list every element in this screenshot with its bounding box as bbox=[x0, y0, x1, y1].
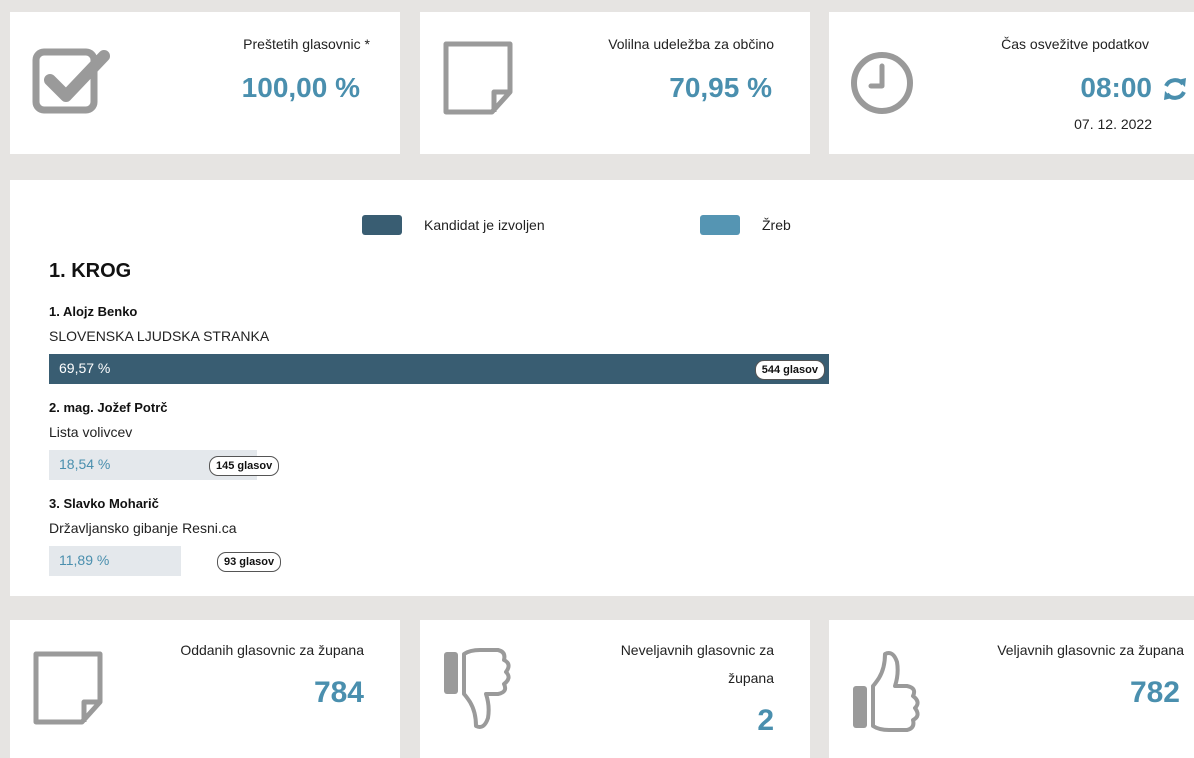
turnout-value: 70,95 % bbox=[669, 72, 772, 103]
refresh-time-card: Čas osvežitve podatkov 08:00 07. 12. 202… bbox=[829, 12, 1194, 154]
candidate-votes-badge: 544 glasov bbox=[754, 360, 825, 380]
candidate-votes-badge: 93 glasov bbox=[217, 552, 282, 572]
results-panel: Kandidat je izvoljen Žreb 1. KROG 1. Alo… bbox=[10, 180, 1194, 596]
candidate-bar: 69,57 % 544 glasov bbox=[49, 354, 829, 384]
document-icon bbox=[443, 41, 513, 115]
invalid-ballots-label-line1: Neveljavnih glasovnic za bbox=[620, 642, 774, 658]
cast-ballots-value: 784 bbox=[313, 676, 364, 709]
refresh-time: 08:00 bbox=[1080, 72, 1152, 103]
turnout-label: Volilna udeležba za občino bbox=[608, 36, 774, 52]
candidate-name: 2. mag. Jožef Potrč bbox=[49, 400, 168, 415]
invalid-ballots-card: Neveljavnih glasovnic za župana 2 bbox=[420, 620, 810, 758]
candidate-name: 3. Slavko Moharič bbox=[49, 496, 159, 511]
refresh-label: Čas osvežitve podatkov bbox=[1001, 36, 1149, 52]
counted-ballots-value: 100,00 % bbox=[241, 72, 360, 103]
clock-icon bbox=[851, 52, 913, 114]
refresh-icon[interactable] bbox=[1160, 76, 1190, 102]
candidate-percent: 11,89 % bbox=[59, 552, 110, 568]
invalid-ballots-label-line2: župana bbox=[728, 670, 774, 686]
legend-draw-swatch bbox=[700, 215, 740, 235]
round-title: 1. KROG bbox=[49, 260, 132, 282]
candidate-party: SLOVENSKA LJUDSKA STRANKA bbox=[49, 328, 270, 344]
legend-draw-label: Žreb bbox=[762, 217, 791, 233]
counted-ballots-card: Preštetih glasovnic * 100,00 % bbox=[10, 12, 400, 154]
counted-ballots-label: Preštetih glasovnic * bbox=[243, 36, 370, 52]
candidate-bar: 18,54 % 145 glasov bbox=[49, 450, 829, 480]
cast-ballots-label: Oddanih glasovnic za župana bbox=[180, 642, 364, 658]
candidate-votes-badge: 145 glasov bbox=[209, 456, 280, 476]
cast-ballots-card: Oddanih glasovnic za župana 784 bbox=[10, 620, 400, 758]
legend-elected-label: Kandidat je izvoljen bbox=[424, 217, 545, 233]
turnout-card: Volilna udeležba za občino 70,95 % bbox=[420, 12, 810, 154]
candidate-party: Državljansko gibanje Resni.ca bbox=[49, 520, 237, 536]
valid-ballots-value: 782 bbox=[1129, 676, 1180, 709]
valid-ballots-card: Veljavnih glasovnic za župana 782 bbox=[829, 620, 1194, 758]
candidate-bar-fill bbox=[49, 354, 829, 384]
candidate-percent: 18,54 % bbox=[59, 456, 111, 472]
valid-ballots-label: Veljavnih glasovnic za župana bbox=[997, 642, 1184, 658]
legend-elected-swatch bbox=[362, 215, 402, 235]
checkbox-icon bbox=[32, 48, 110, 114]
candidate-percent: 69,57 % bbox=[59, 360, 111, 376]
thumbs-up-icon bbox=[853, 651, 920, 732]
candidate-name: 1. Alojz Benko bbox=[49, 304, 138, 319]
candidate-party: Lista volivcev bbox=[49, 424, 133, 440]
invalid-ballots-value: 2 bbox=[757, 704, 774, 737]
candidate-bar: 11,89 % 93 glasov bbox=[49, 546, 829, 576]
document-icon bbox=[33, 651, 103, 725]
refresh-date: 07. 12. 2022 bbox=[1074, 116, 1152, 132]
thumbs-down-icon bbox=[444, 648, 511, 729]
